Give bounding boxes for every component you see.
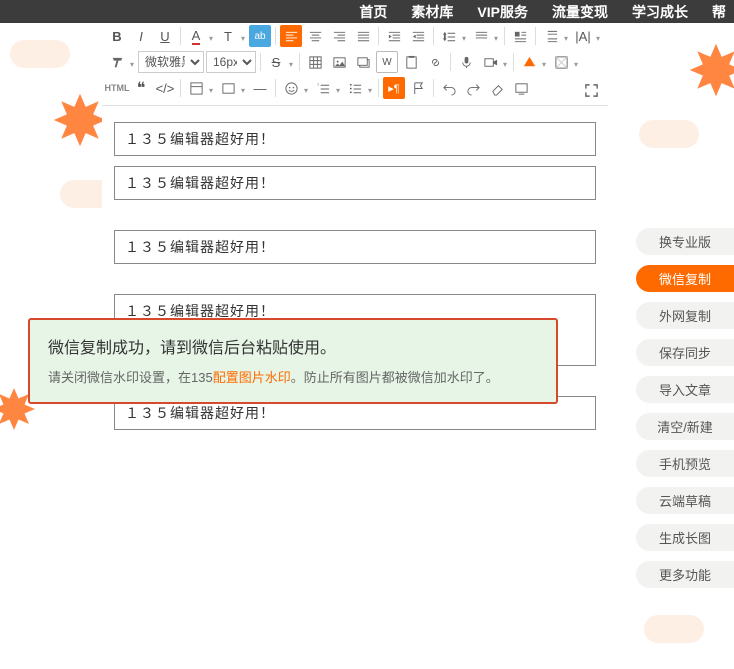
layout-button[interactable]: ▾ <box>185 77 207 99</box>
italic-button[interactable]: I <box>130 25 152 47</box>
text-block[interactable]: １３５编辑器超好用！ <box>114 230 596 264</box>
fullscreen-button[interactable] <box>580 79 602 101</box>
nav-materials[interactable]: 素材库 <box>411 2 453 22</box>
image-button[interactable] <box>328 51 350 73</box>
align-center-button[interactable] <box>304 25 326 47</box>
undo-button[interactable] <box>438 77 460 99</box>
underline-button[interactable]: U <box>154 25 176 47</box>
maple-leaf-decoration <box>50 90 110 150</box>
select-mode-button[interactable]: ▸¶ <box>383 77 405 99</box>
sidebar-more[interactable]: 更多功能 <box>636 561 734 588</box>
float-left-button[interactable] <box>509 25 531 47</box>
ordered-list-button[interactable]: 1▾ <box>312 77 334 99</box>
cloud-decoration <box>10 40 70 68</box>
highlight-button[interactable]: ab <box>249 25 271 47</box>
shape-button[interactable]: ▾ <box>518 51 540 73</box>
text-direction-button[interactable]: |A|▾ <box>572 25 594 47</box>
editor: B I U A▾ T▾ ab ▾ ▾ ▾ |A|▾ ▾ <box>102 23 608 480</box>
cloud-decoration <box>644 615 704 643</box>
font-color-button[interactable]: A▾ <box>185 25 207 47</box>
align-right-button[interactable] <box>328 25 350 47</box>
sidebar-mobile-preview[interactable]: 手机预览 <box>636 450 734 477</box>
container-button[interactable]: ▾ <box>217 77 239 99</box>
table-button[interactable] <box>304 51 326 73</box>
indent-left-button[interactable] <box>407 25 429 47</box>
emoji-button[interactable]: ▾ <box>280 77 302 99</box>
html-source-button[interactable]: HTML <box>106 77 128 99</box>
nav-help[interactable]: 帮 <box>712 2 726 22</box>
maple-leaf-decoration <box>686 40 734 100</box>
eraser-button[interactable] <box>486 77 508 99</box>
sidebar-switch-pro[interactable]: 换专业版 <box>636 228 734 255</box>
letter-spacing-button[interactable]: ▾ <box>470 25 492 47</box>
toolbar-row-3: HTML ❝ </> ▾ ▾ — ▾ 1▾ ▾ ▸¶ <box>102 75 608 101</box>
bold-button[interactable]: B <box>106 25 128 47</box>
sidebar-cloud-draft[interactable]: 云端草稿 <box>636 487 734 514</box>
strikethrough-button[interactable]: S▾ <box>265 51 287 73</box>
align-justify-button[interactable] <box>352 25 374 47</box>
sidebar-clear-new[interactable]: 清空/新建 <box>636 413 734 440</box>
indent-right-button[interactable] <box>383 25 405 47</box>
line-height-button[interactable]: ▾ <box>438 25 460 47</box>
nav-vip[interactable]: VIP服务 <box>477 2 528 22</box>
link-button[interactable] <box>424 51 446 73</box>
nav-learn[interactable]: 学习成长 <box>632 2 688 22</box>
clipboard-button[interactable] <box>400 51 422 73</box>
quote-button[interactable]: ❝ <box>130 77 152 99</box>
word-import-button[interactable]: W <box>376 51 398 73</box>
toolbar-row-2: ▾ 微软雅黑 16px S▾ W ▾ ▾ ▾ <box>102 49 608 75</box>
watermark-config-link[interactable]: 配置图片水印 <box>213 370 291 385</box>
nav-home[interactable]: 首页 <box>359 2 387 22</box>
cloud-decoration <box>639 120 699 148</box>
clear-format-button[interactable]: ▾ <box>106 51 128 73</box>
flag-button[interactable] <box>407 77 429 99</box>
svg-text:1: 1 <box>316 82 318 86</box>
font-size-select[interactable]: 16px <box>206 51 256 73</box>
sidebar-save-sync[interactable]: 保存同步 <box>636 339 734 366</box>
code-button[interactable]: </> <box>154 77 176 99</box>
preview-button[interactable] <box>510 77 532 99</box>
text-block[interactable]: １３５编辑器超好用！ <box>114 166 596 200</box>
hr-button[interactable]: — <box>249 77 271 99</box>
paragraph-spacing-button[interactable]: ▾ <box>540 25 562 47</box>
toolbar-row-1: B I U A▾ T▾ ab ▾ ▾ ▾ |A|▾ <box>102 23 608 49</box>
action-sidebar: 换专业版 微信复制 外网复制 保存同步 导入文章 清空/新建 手机预览 云端草稿… <box>636 228 734 588</box>
toolbar: B I U A▾ T▾ ab ▾ ▾ ▾ |A|▾ ▾ <box>102 23 608 106</box>
align-left-button[interactable] <box>280 25 302 47</box>
sidebar-wechat-copy[interactable]: 微信复制 <box>636 265 734 292</box>
sidebar-generate-image[interactable]: 生成长图 <box>636 524 734 551</box>
text-format-button[interactable]: T▾ <box>217 25 239 47</box>
font-family-select[interactable]: 微软雅黑 <box>138 51 204 73</box>
multi-image-button[interactable] <box>352 51 374 73</box>
redo-button[interactable] <box>462 77 484 99</box>
toast-message: 微信复制成功，请到微信后台粘贴使用。 <box>48 336 538 362</box>
copy-success-toast: 微信复制成功，请到微信后台粘贴使用。 请关闭微信水印设置，在135配置图片水印。… <box>28 318 558 404</box>
text-block[interactable]: １３５编辑器超好用！ <box>114 122 596 156</box>
toast-subtext: 请关闭微信水印设置，在135配置图片水印。防止所有图片都被微信加水印了。 <box>48 368 538 389</box>
background-button[interactable]: ▾ <box>550 51 572 73</box>
sidebar-import-article[interactable]: 导入文章 <box>636 376 734 403</box>
sidebar-external-copy[interactable]: 外网复制 <box>636 302 734 329</box>
video-button[interactable]: ▾ <box>479 51 501 73</box>
nav-traffic[interactable]: 流量变现 <box>552 2 608 22</box>
editor-content[interactable]: １３５编辑器超好用！ １３５编辑器超好用！ １３５编辑器超好用！ １３５编辑器超… <box>102 106 608 480</box>
top-nav: 首页 素材库 VIP服务 流量变现 学习成长 帮 <box>0 0 734 23</box>
unordered-list-button[interactable]: ▾ <box>344 77 366 99</box>
mic-icon[interactable] <box>455 51 477 73</box>
